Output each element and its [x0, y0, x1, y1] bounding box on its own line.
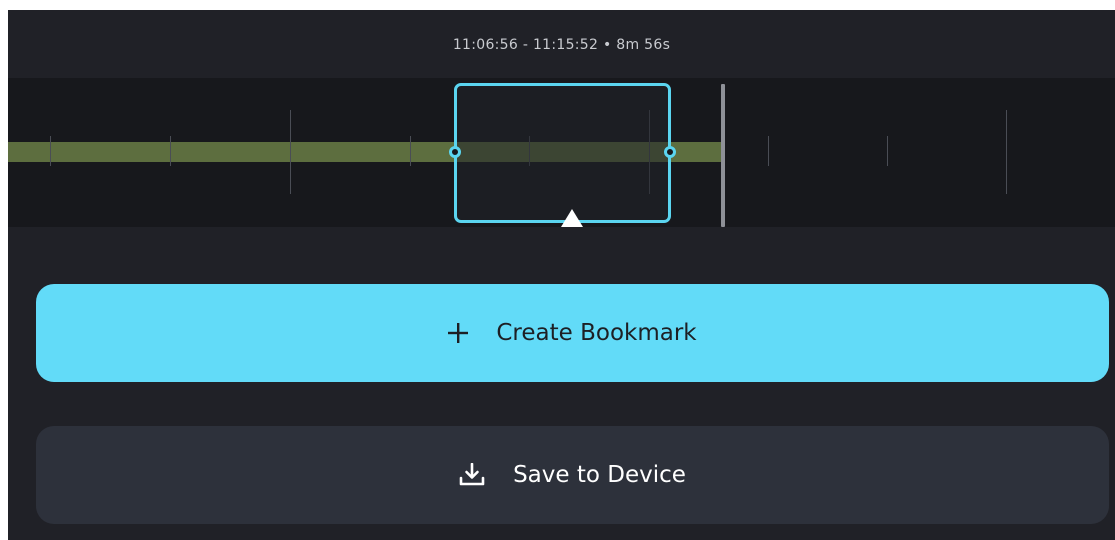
timeline-scrubber[interactable]: [8, 78, 1115, 227]
timeline-tick: [768, 136, 769, 166]
create-bookmark-label: Create Bookmark: [496, 320, 697, 346]
timeline-tick: [50, 136, 51, 166]
timeline-tick-major: [1006, 110, 1007, 194]
save-to-device-label: Save to Device: [513, 462, 686, 488]
selection-start-handle[interactable]: [449, 146, 461, 158]
plus-icon: [448, 323, 469, 343]
selected-range-label: 11:06:56 - 11:15:52 • 8m 56s: [452, 37, 671, 53]
selection-end-handle[interactable]: [664, 146, 676, 158]
timeline-tick: [410, 136, 411, 166]
timeline-tick: [887, 136, 888, 166]
save-to-device-button[interactable]: Save to Device: [36, 426, 1109, 524]
timeline-tick-major: [290, 110, 291, 194]
live-edge-indicator: [721, 84, 725, 227]
playhead-marker-icon[interactable]: [561, 209, 583, 227]
selection-range-box[interactable]: [454, 83, 671, 223]
create-bookmark-button[interactable]: Create Bookmark: [36, 284, 1109, 382]
download-icon: [459, 463, 485, 487]
bookmark-panel: 11:06:56 - 11:15:52 • 8m 56s Create Book…: [8, 10, 1115, 540]
timeline-tick: [170, 136, 171, 166]
